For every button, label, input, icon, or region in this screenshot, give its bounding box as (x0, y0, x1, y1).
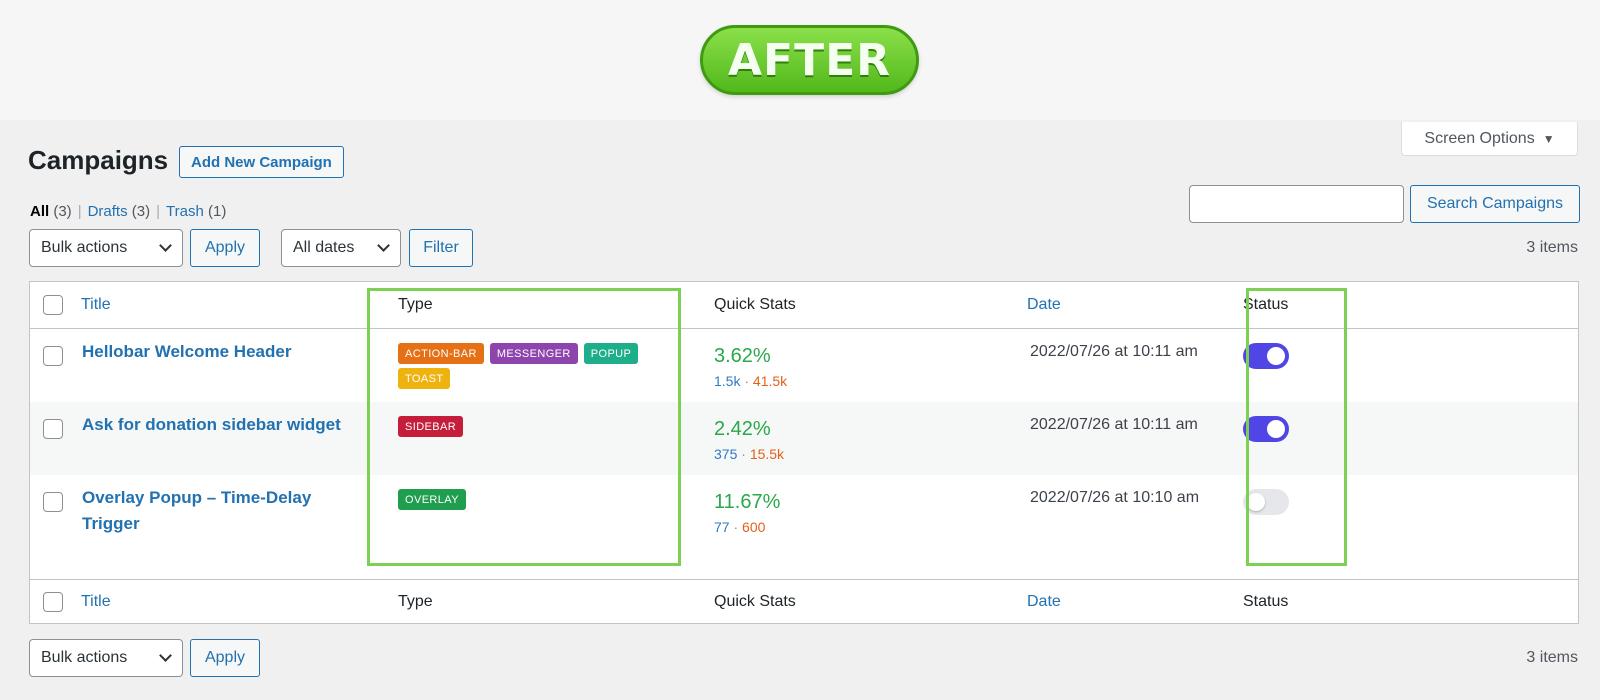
toggle-knob (1247, 493, 1265, 511)
stat-counts: 1.5k · 41.5k (714, 373, 787, 389)
items-count: 3 items (1526, 239, 1578, 256)
views-count: 375 (714, 446, 738, 462)
row-checkbox[interactable] (43, 492, 63, 512)
apply-button[interactable]: Apply (190, 229, 260, 267)
status-toggle[interactable] (1243, 343, 1289, 369)
search-campaigns-button[interactable]: Search Campaigns (1410, 185, 1580, 223)
type-tag: POPUP (583, 343, 639, 364)
conversions-count: 41.5k (752, 373, 788, 389)
status-toggle[interactable] (1243, 489, 1289, 515)
column-type: Type (398, 296, 433, 313)
column-status: Status (1243, 296, 1289, 313)
screen-options-label: Screen Options (1424, 129, 1535, 147)
row-checkbox[interactable] (43, 419, 63, 439)
stat-separator: · (744, 373, 750, 389)
campaign-title-link[interactable]: Ask for donation sidebar widget (82, 412, 382, 438)
column-title[interactable]: Title (81, 296, 111, 314)
type-tag: TOAST (398, 368, 451, 389)
chevron-down-icon (377, 239, 390, 252)
bulk-actions-value: Bulk actions (41, 649, 128, 666)
column-quick-stats: Quick Stats (714, 593, 796, 610)
view-trash[interactable]: Trash (1) (166, 203, 226, 220)
bulk-actions-value: Bulk actions (41, 239, 128, 256)
conversion-rate: 2.42% (714, 418, 771, 440)
view-separator: | (156, 203, 161, 220)
status-toggle[interactable] (1243, 416, 1289, 442)
chevron-down-icon (159, 239, 172, 252)
toggle-knob (1267, 347, 1285, 365)
column-quick-stats: Quick Stats (714, 296, 796, 313)
table-row: Hellobar Welcome Header ACTION-BAR MESSE… (30, 329, 1578, 402)
type-tag: ACTION-BAR (398, 343, 484, 364)
campaigns-table: Title Type Quick Stats Date Status Hello… (29, 281, 1579, 624)
view-separator: | (77, 203, 82, 220)
type-tag: OVERLAY (398, 489, 466, 510)
view-drafts[interactable]: Drafts (3) (88, 203, 151, 220)
table-row: Ask for donation sidebar widget SIDEBAR … (30, 402, 1578, 475)
campaign-title-link[interactable]: Overlay Popup – Time-Delay Trigger (82, 485, 352, 537)
dates-value: All dates (293, 239, 355, 256)
table-footer: Title Type Quick Stats Date Status (30, 579, 1578, 624)
type-tags: SIDEBAR (398, 416, 668, 437)
bulk-actions-select[interactable]: Bulk actions (29, 229, 183, 267)
bulk-actions-select-bottom[interactable]: Bulk actions (29, 639, 183, 677)
conversion-rate: 3.62% (714, 345, 771, 367)
column-type: Type (398, 593, 433, 610)
items-count-bottom: 3 items (1526, 649, 1578, 666)
conversion-rate: 11.67% (714, 491, 781, 513)
view-filters: All (3) | Drafts (3) | Trash (1) (30, 203, 226, 220)
filter-button[interactable]: Filter (409, 229, 473, 267)
toggle-knob (1267, 420, 1285, 438)
stat-separator: · (741, 446, 746, 462)
column-date[interactable]: Date (1027, 593, 1061, 611)
table-row: Overlay Popup – Time-Delay Trigger OVERL… (30, 475, 1578, 579)
view-all[interactable]: All (3) (30, 203, 72, 220)
views-count: 1.5k (714, 373, 741, 389)
stat-counts: 77 · 600 (714, 519, 765, 535)
select-all-checkbox[interactable] (43, 592, 63, 612)
campaign-date: 2022/07/26 at 10:11 am (1030, 416, 1198, 433)
type-tag: MESSENGER (489, 343, 578, 364)
apply-button-bottom[interactable]: Apply (190, 639, 260, 677)
type-tags: ACTION-BAR MESSENGER POPUP TOAST (398, 343, 668, 389)
add-new-campaign-button[interactable]: Add New Campaign (179, 146, 344, 178)
column-title[interactable]: Title (81, 593, 111, 611)
views-count: 77 (714, 519, 730, 535)
select-all-checkbox[interactable] (43, 295, 63, 315)
type-tag: SIDEBAR (398, 416, 464, 437)
campaign-date: 2022/07/26 at 10:11 am (1030, 343, 1198, 360)
screen-options-button[interactable]: Screen Options ▼ (1401, 122, 1578, 156)
campaign-title-link[interactable]: Hellobar Welcome Header (82, 339, 382, 365)
campaign-date: 2022/07/26 at 10:10 am (1030, 489, 1200, 506)
chevron-down-icon (159, 649, 172, 662)
column-date[interactable]: Date (1027, 296, 1061, 314)
table-header: Title Type Quick Stats Date Status (30, 282, 1578, 329)
row-checkbox[interactable] (43, 346, 63, 366)
dates-select[interactable]: All dates (281, 229, 401, 267)
caret-down-icon: ▼ (1542, 131, 1555, 146)
conversions-count: 600 (742, 519, 766, 535)
stat-counts: 375 · 15.5k (714, 446, 784, 462)
stat-separator: · (733, 519, 739, 535)
search-input[interactable] (1189, 185, 1404, 223)
page-title: Campaigns (28, 145, 169, 175)
after-badge: AFTER (700, 25, 919, 95)
type-tags: OVERLAY (398, 489, 668, 510)
column-status: Status (1243, 593, 1289, 610)
conversions-count: 15.5k (749, 446, 785, 462)
